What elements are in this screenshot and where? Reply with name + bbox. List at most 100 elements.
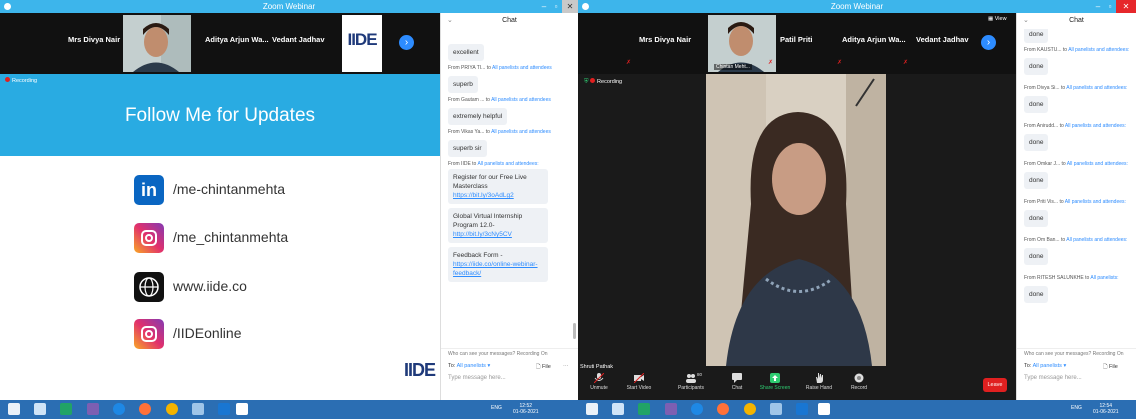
chat-meta: From PRIYA TI... to All panelists and at…	[448, 65, 552, 71]
tray-language[interactable]: ENG	[1071, 405, 1082, 411]
zoom-taskbar-icon[interactable]	[236, 403, 248, 415]
notepad-icon[interactable]	[192, 403, 204, 415]
raise-hand-button[interactable]: Raise Hand	[800, 373, 838, 391]
chat-meta: From Vikas Ya... to All panelists and at…	[448, 129, 551, 135]
firefox-icon[interactable]	[139, 403, 151, 415]
tile-name: Chintan Meht...	[714, 64, 752, 70]
panelist-name[interactable]: Vedant Jadhav	[272, 35, 325, 44]
chat-footer: Who can see your messages? Recording On …	[1017, 348, 1136, 400]
panelist-name[interactable]: Mrs Divya Nair	[639, 35, 691, 44]
clock[interactable]: 12:52 01-06-2021	[513, 403, 539, 415]
chat-meta: From IIDE to All panelists and attendees…	[448, 161, 539, 167]
website-url: www.iide.co	[173, 278, 247, 294]
zoom-taskbar-icon[interactable]	[818, 403, 830, 415]
participant-count: 80	[697, 372, 703, 377]
excel-icon[interactable]	[60, 403, 72, 415]
participants-icon	[686, 374, 696, 383]
message-input[interactable]: Type message here...	[441, 373, 578, 383]
panelist-name[interactable]: Aditya Arjun Wa...	[842, 35, 906, 44]
chat-button[interactable]: Chat	[718, 373, 756, 391]
chrome-icon[interactable]	[166, 403, 178, 415]
chat-link[interactable]: https://iide.co/online-webinar-feedback/	[453, 260, 543, 278]
app-icon[interactable]	[665, 403, 677, 415]
instagram-handle: /me_chintanmehta	[173, 229, 289, 245]
maximize-button[interactable]: ▫	[550, 0, 562, 13]
share-screen-button[interactable]: Share Screen	[756, 373, 794, 391]
next-panelists-button[interactable]: ›	[399, 35, 414, 50]
more-options-button[interactable]: ···	[563, 363, 569, 369]
iide-logo-tile[interactable]: IIDE	[342, 15, 382, 72]
muted-icon: ✗	[768, 60, 774, 66]
close-button[interactable]: ✕	[1116, 0, 1136, 13]
chat-message: extremely helpful	[448, 108, 508, 125]
record-icon	[854, 373, 864, 383]
chat-scrollbar[interactable]	[573, 323, 576, 339]
notepad-icon[interactable]	[770, 403, 782, 415]
speaker-video-icon	[123, 15, 191, 72]
chat-header: ⌄ Chat	[1017, 13, 1136, 29]
chat-message: superb	[448, 76, 478, 93]
participants-button[interactable]: Participants 80	[672, 372, 710, 391]
chevron-down-icon[interactable]: ⌄	[1023, 13, 1029, 29]
file-button[interactable]: 🗋 File	[536, 363, 551, 372]
firefox-icon[interactable]	[717, 403, 729, 415]
active-speaker-tile[interactable]: Chintan Meht...	[708, 15, 776, 72]
panelist-name[interactable]: Patil Priti	[780, 35, 813, 44]
skype-icon[interactable]	[218, 403, 230, 415]
visibility-note[interactable]: Who can see your messages? Recording On	[441, 349, 578, 359]
slide-logo: IIDE	[404, 360, 436, 380]
chat-link[interactable]: https://bit.ly/3oAdLg2	[453, 191, 543, 200]
app-icon[interactable]	[87, 403, 99, 415]
muted-icon: ✗	[626, 60, 632, 66]
chevron-down-icon[interactable]: ⌄	[447, 13, 453, 29]
message-input[interactable]: Type message here...	[1017, 373, 1136, 383]
chrome-icon[interactable]	[744, 403, 756, 415]
tray-language[interactable]: ENG	[491, 405, 502, 411]
file-button[interactable]: 🗋 File	[1103, 363, 1118, 372]
view-button[interactable]: ▦ View	[988, 16, 1007, 22]
close-button[interactable]: ✕	[562, 0, 578, 13]
unmute-button[interactable]: Unmute	[580, 373, 618, 391]
panelist-name[interactable]: Aditya Arjun Wa...	[205, 35, 269, 44]
ie-icon[interactable]	[113, 403, 125, 415]
windows-start-icon[interactable]	[8, 403, 20, 415]
title-bar: Zoom Webinar	[0, 0, 578, 13]
zoom-window-right: Zoom Webinar – ▫ ✕ Mrs Divya Nair ✗ Chin…	[578, 0, 1136, 400]
panelist-name[interactable]: Vedant Jadhav	[916, 35, 969, 44]
start-video-button[interactable]: Start Video	[620, 373, 658, 391]
next-panelists-button[interactable]: ›	[981, 35, 996, 50]
zoom-logo-icon	[4, 3, 11, 10]
windows-start-icon[interactable]	[586, 403, 598, 415]
chat-message: Feedback Form - https://iide.co/online-we…	[448, 247, 548, 282]
share-screen-icon	[770, 373, 780, 383]
chat-message: done	[1024, 286, 1049, 303]
recipient-row: To: All panelists ▾ 🗋 File ···	[448, 363, 569, 372]
maximize-button[interactable]: ▫	[1104, 0, 1116, 13]
excel-icon[interactable]	[638, 403, 650, 415]
recording-dot-icon	[590, 78, 596, 83]
recipient-dropdown[interactable]: All panelists ▾	[1033, 363, 1067, 369]
record-button[interactable]: Record	[840, 373, 878, 391]
clock[interactable]: 12:54 01-06-2021	[1093, 403, 1119, 415]
panelist-strip: Mrs Divya Nair Aditya Arjun Wa... Vedant…	[0, 13, 440, 74]
minimize-button[interactable]: –	[538, 0, 550, 13]
chat-message: excellent	[448, 44, 484, 61]
active-speaker-tile[interactable]	[123, 15, 191, 72]
chat-message: done	[1024, 96, 1049, 113]
ie-icon[interactable]	[691, 403, 703, 415]
leave-button[interactable]: Leave	[983, 378, 1007, 392]
zoom-logo-icon	[582, 3, 589, 10]
chat-link[interactable]: http://bit.ly/3cNy5CV	[453, 230, 543, 239]
home-icon[interactable]	[612, 403, 624, 415]
home-icon[interactable]	[34, 403, 46, 415]
chat-meta: From Om Ban... to All panelists and atte…	[1024, 237, 1128, 243]
visibility-note[interactable]: Who can see your messages? Recording On	[1017, 349, 1136, 359]
chat-message: Global Virtual Internship Program 12.0- h…	[448, 208, 548, 243]
minimize-button[interactable]: –	[1092, 0, 1104, 13]
chat-meta: From Gautam ... to All panelists and att…	[448, 97, 551, 103]
panelist-name[interactable]: Mrs Divya Nair	[68, 35, 120, 44]
recipient-dropdown[interactable]: All panelists ▾	[457, 363, 491, 369]
chat-messages[interactable]: done From KAUSTU... to All panelists and…	[1017, 29, 1136, 348]
skype-icon[interactable]	[796, 403, 808, 415]
chat-messages[interactable]: excellent From PRIYA TI... to All paneli…	[441, 29, 578, 348]
